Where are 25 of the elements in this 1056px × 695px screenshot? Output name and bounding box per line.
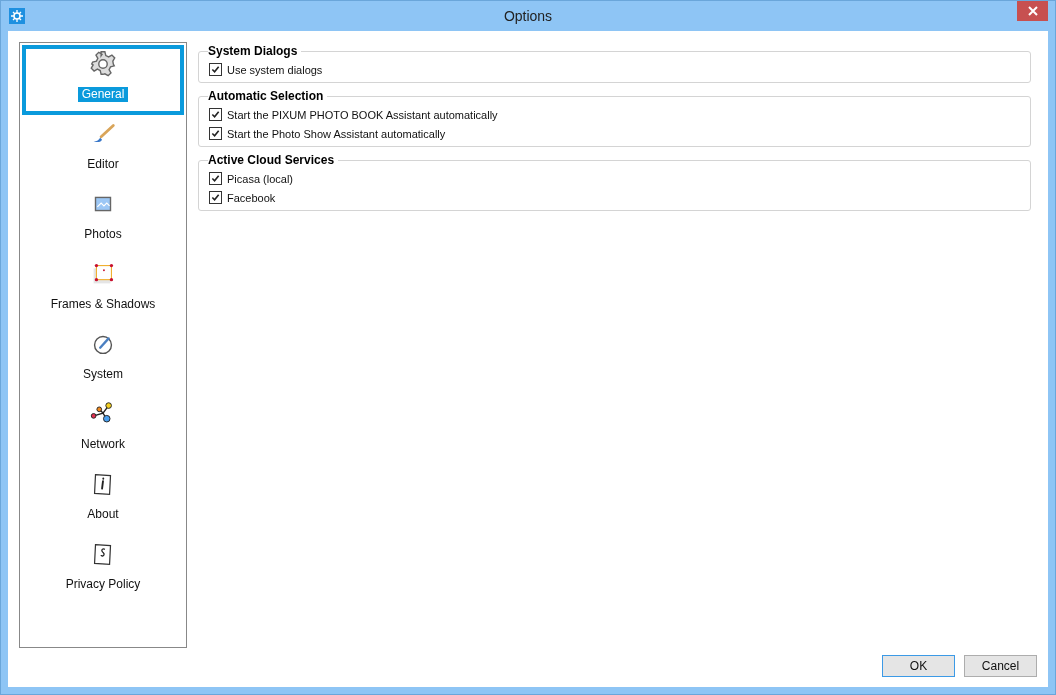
- ok-button[interactable]: OK: [882, 655, 955, 677]
- group-title: System Dialogs: [208, 44, 302, 59]
- checkbox-label: Facebook: [227, 191, 276, 204]
- sidebar-item[interactable]: Network: [22, 395, 184, 465]
- checkbox[interactable]: [209, 63, 222, 76]
- app-icon: [9, 8, 25, 24]
- sidebar-item[interactable]: About: [22, 465, 184, 535]
- gear-icon: [88, 49, 118, 79]
- checkbox[interactable]: [209, 127, 222, 140]
- checkbox-label: Use system dialogs: [227, 63, 323, 76]
- cancel-button[interactable]: Cancel: [964, 655, 1037, 677]
- checkbox-label: Picasa (local): [227, 172, 294, 185]
- checkbox[interactable]: [209, 108, 222, 121]
- close-icon: [1027, 6, 1038, 16]
- sidebar-item[interactable]: Privacy Policy: [22, 535, 184, 605]
- checkbox-label: Start the PIXUM PHOTO BOOK Assistant automatically: [227, 108, 498, 121]
- checkbox-label: Start the Photo Show Assistant automatically: [227, 127, 446, 140]
- window-title: Options: [503, 8, 553, 24]
- close-button[interactable]: [1017, 1, 1048, 21]
- sidebar-item[interactable]: System: [22, 325, 184, 395]
- sidebar-item[interactable]: Frames & Shadows: [22, 255, 184, 325]
- sidebar-item[interactable]: Photos: [22, 185, 184, 255]
- checkbox[interactable]: [209, 172, 222, 185]
- checkbox[interactable]: [209, 191, 222, 204]
- sidebar-item[interactable]: Editor: [22, 115, 184, 185]
